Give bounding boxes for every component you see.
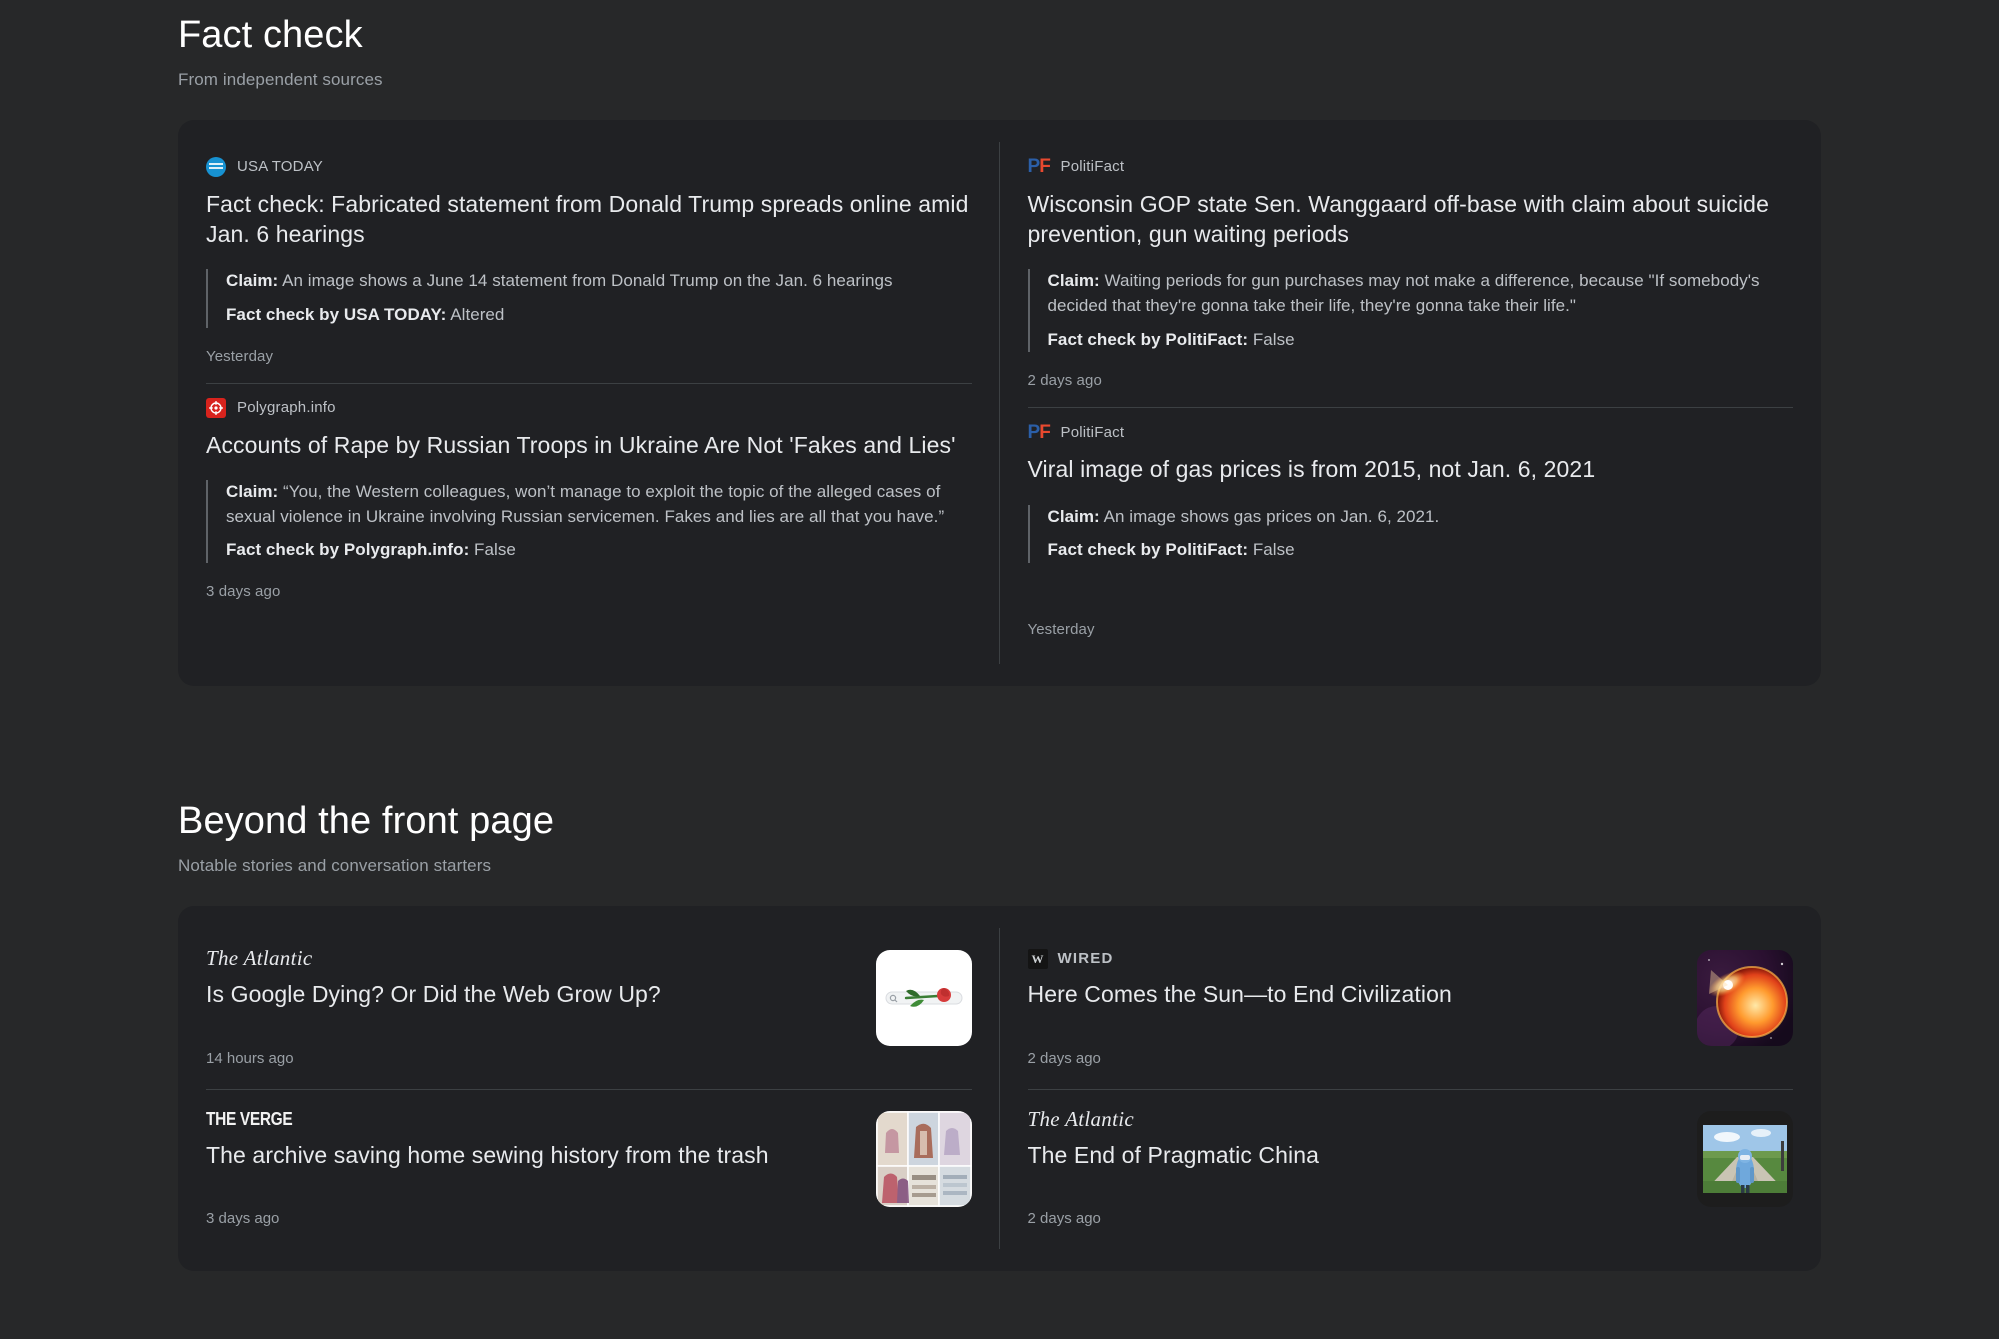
story-text: THE VERGE The archive saving home sewing… bbox=[206, 1109, 876, 1228]
verdict-label: Fact check by PolitiFact: bbox=[1047, 540, 1249, 560]
timestamp: 14 hours ago bbox=[206, 1049, 294, 1067]
article-headline[interactable]: Accounts of Rape by Russian Troops in Uk… bbox=[206, 430, 972, 460]
page-title: Fact check bbox=[178, 14, 363, 56]
verdict-line: Fact check by PolitiFact: False bbox=[1048, 538, 1794, 563]
source-name: WIRED bbox=[1057, 950, 1114, 968]
story-text: The Atlantic The End of Pragmatic China … bbox=[1027, 1107, 1698, 1228]
article-headline[interactable]: Is Google Dying? Or Did the Web Grow Up? bbox=[206, 980, 854, 1010]
article-thumbnail[interactable] bbox=[875, 949, 972, 1046]
politifact-logo-icon: PF bbox=[1027, 421, 1051, 443]
article-thumbnail[interactable] bbox=[1697, 1110, 1793, 1207]
claim-label: Claim: bbox=[1047, 506, 1100, 526]
beyond-column-right: W WIRED Here Comes the Sun—to End Civili… bbox=[1000, 906, 1822, 1272]
beyond-card: The Atlantic Is Google Dying? Or Did the… bbox=[178, 905, 1822, 1272]
claim-line: Claim: An image shows gas prices on Jan.… bbox=[1048, 505, 1794, 530]
fact-check-section: Fact check From independent sources USA … bbox=[0, 14, 1999, 686]
timestamp: 2 days ago bbox=[1027, 372, 1102, 390]
usatoday-logo-icon bbox=[206, 156, 226, 177]
timestamp: Yesterday bbox=[1027, 620, 1095, 638]
verdict-line: Fact check by Polygraph.info: False bbox=[226, 538, 972, 563]
atlantic-wordmark-icon: The Atlantic bbox=[206, 946, 313, 971]
atlantic-wordmark-icon: The Atlantic bbox=[1027, 1107, 1134, 1132]
story-text: W WIRED Here Comes the Sun—to End Civili… bbox=[1027, 948, 1698, 1067]
claim-text: “You, the Western colleagues, won’t mana… bbox=[226, 482, 945, 526]
beyond-title: Beyond the front page bbox=[178, 800, 555, 842]
source-row: USA TODAY bbox=[206, 156, 972, 178]
source-row: W WIRED bbox=[1027, 948, 1676, 970]
verdict-text: False bbox=[1248, 540, 1295, 560]
article-thumbnail[interactable] bbox=[875, 1110, 972, 1207]
claim-label: Claim: bbox=[226, 271, 279, 291]
fact-check-item[interactable]: PF PolitiFact Wisconsin GOP state Sen. W… bbox=[1027, 142, 1794, 408]
claim-text: Waiting periods for gun purchases may no… bbox=[1047, 271, 1760, 316]
list-item[interactable]: W WIRED Here Comes the Sun—to End Civili… bbox=[1027, 928, 1793, 1089]
verdict-label: Fact check by PolitiFact: bbox=[1047, 329, 1249, 349]
source-name: PolitiFact bbox=[1060, 423, 1125, 441]
source-name: PolitiFact bbox=[1060, 158, 1125, 176]
politifact-logo-icon: PF bbox=[1027, 156, 1051, 178]
timestamp: 3 days ago bbox=[206, 1210, 280, 1228]
claim-block: Claim: Waiting periods for gun purchases… bbox=[1027, 269, 1794, 353]
timestamp: 2 days ago bbox=[1027, 1210, 1101, 1228]
claim-block: Claim: An image shows gas prices on Jan.… bbox=[1027, 504, 1794, 563]
article-thumbnail[interactable] bbox=[1697, 949, 1793, 1046]
source-name: USA TODAY bbox=[237, 158, 323, 176]
verdict-text: False bbox=[1248, 329, 1295, 349]
source-row: THE VERGE bbox=[206, 1109, 854, 1131]
beyond-subtitle: Notable stories and conversation starter… bbox=[178, 855, 492, 875]
article-headline[interactable]: Here Comes the Sun—to End Civilization bbox=[1028, 980, 1676, 1010]
fact-check-column-left: USA TODAY Fact check: Fabricated stateme… bbox=[178, 120, 1000, 686]
source-name: Polygraph.info bbox=[237, 399, 336, 417]
source-row: Polygraph.info bbox=[206, 397, 972, 419]
source-row: The Atlantic bbox=[1027, 1107, 1676, 1132]
timestamp: 2 days ago bbox=[1027, 1049, 1101, 1067]
claim-line: Claim: Waiting periods for gun purchases… bbox=[1048, 269, 1794, 318]
wired-mark-icon: W bbox=[1027, 948, 1048, 969]
wired-wordmark-icon: W WIRED bbox=[1027, 948, 1114, 969]
list-item[interactable]: THE VERGE The archive saving home sewing… bbox=[206, 1088, 972, 1250]
source-row: PF PolitiFact bbox=[1028, 421, 1794, 443]
article-headline[interactable]: Wisconsin GOP state Sen. Wanggaard off-b… bbox=[1028, 189, 1794, 250]
claim-block: Claim: “You, the Western colleagues, won… bbox=[206, 480, 972, 563]
fact-check-item[interactable]: PF PolitiFact Viral image of gas prices … bbox=[1027, 407, 1794, 664]
article-headline[interactable]: The End of Pragmatic China bbox=[1028, 1141, 1676, 1171]
article-headline[interactable]: Fact check: Fabricated statement from Do… bbox=[206, 189, 972, 250]
verdict-line: Fact check by PolitiFact: False bbox=[1048, 328, 1794, 353]
verge-wordmark-icon: THE VERGE bbox=[206, 1109, 293, 1130]
claim-text: An image shows a June 14 statement from … bbox=[278, 271, 893, 291]
fact-check-item[interactable]: USA TODAY Fact check: Fabricated stateme… bbox=[206, 142, 972, 383]
claim-block: Claim: An image shows a June 14 statemen… bbox=[206, 269, 972, 328]
timestamp: 3 days ago bbox=[206, 582, 281, 600]
story-text: The Atlantic Is Google Dying? Or Did the… bbox=[206, 946, 876, 1067]
article-headline[interactable]: Viral image of gas prices is from 2015, … bbox=[1028, 454, 1794, 484]
verdict-text: False bbox=[469, 540, 516, 560]
beyond-column-left: The Atlantic Is Google Dying? Or Did the… bbox=[178, 906, 1000, 1272]
fact-check-column-right: PF PolitiFact Wisconsin GOP state Sen. W… bbox=[1000, 120, 1822, 686]
verdict-label: Fact check by USA TODAY: bbox=[226, 305, 447, 325]
source-row: PF PolitiFact bbox=[1028, 156, 1794, 178]
claim-text: An image shows gas prices on Jan. 6, 202… bbox=[1099, 506, 1440, 526]
article-headline[interactable]: The archive saving home sewing history f… bbox=[206, 1141, 854, 1171]
fact-check-header: Fact check From independent sources bbox=[0, 14, 1999, 90]
fact-check-subtitle: From independent sources bbox=[178, 69, 383, 89]
beyond-header: Beyond the front page Notable stories an… bbox=[0, 800, 1999, 876]
fact-check-item[interactable]: Polygraph.info Accounts of Rape by Russi… bbox=[206, 382, 972, 618]
claim-line: Claim: “You, the Western colleagues, won… bbox=[226, 480, 972, 529]
verdict-text: Altered bbox=[446, 305, 505, 325]
beyond-front-page-section: Beyond the front page Notable stories an… bbox=[0, 800, 1999, 1272]
verdict-label: Fact check by Polygraph.info: bbox=[226, 540, 470, 560]
claim-line: Claim: An image shows a June 14 statemen… bbox=[226, 269, 972, 294]
timestamp: Yesterday bbox=[206, 347, 274, 365]
list-item[interactable]: The Atlantic The End of Pragmatic China … bbox=[1027, 1088, 1793, 1250]
verdict-line: Fact check by USA TODAY: Altered bbox=[226, 303, 972, 328]
claim-label: Claim: bbox=[226, 482, 279, 502]
claim-label: Claim: bbox=[1047, 271, 1100, 291]
source-row: The Atlantic bbox=[206, 946, 854, 971]
polygraph-logo-icon bbox=[206, 397, 226, 418]
fact-check-card: USA TODAY Fact check: Fabricated stateme… bbox=[178, 119, 1822, 686]
news-feed-page: Fact check From independent sources USA … bbox=[0, 0, 1999, 1339]
list-item[interactable]: The Atlantic Is Google Dying? Or Did the… bbox=[206, 928, 972, 1089]
